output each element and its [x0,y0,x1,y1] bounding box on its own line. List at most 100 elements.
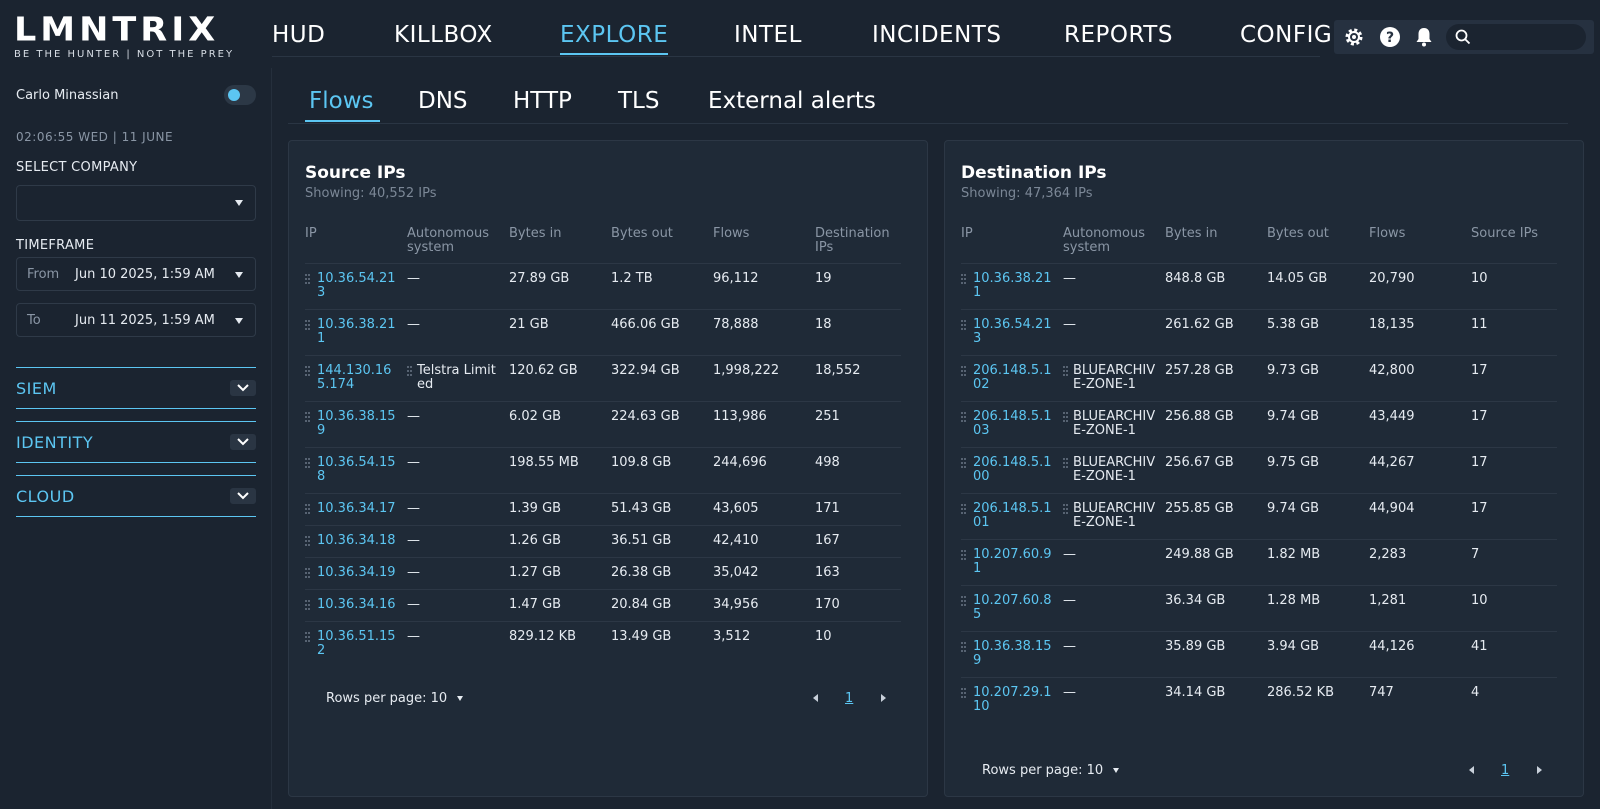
tab-external-alerts[interactable]: External alerts [708,88,876,114]
rows-per-page[interactable]: Rows per page: 10 [326,691,464,706]
drag-handle-icon[interactable] [961,412,967,424]
drag-handle-icon[interactable] [305,568,311,580]
drag-handle-icon[interactable] [961,550,967,562]
nav-config[interactable]: CONFIG [1240,22,1332,48]
drag-handle-icon[interactable] [305,632,311,644]
drag-handle-icon[interactable] [305,274,311,286]
chevron-down-icon[interactable] [230,380,256,396]
tab-tls[interactable]: TLS [618,88,659,114]
drag-handle-icon[interactable] [305,412,311,424]
table-row[interactable]: 206.148.5.100 BLUEARCHIVE-ZONE-1 256.67 GB… [961,447,1557,493]
drag-handle-icon[interactable] [305,536,311,548]
drag-handle-icon[interactable] [305,458,311,470]
drag-handle-icon[interactable] [305,320,311,332]
ip-link[interactable]: 10.36.34.18 [317,534,399,548]
bell-icon[interactable] [1412,25,1436,49]
column-header[interactable]: Destination IPs [815,227,911,255]
gear-icon[interactable] [1342,25,1366,49]
drag-handle-icon[interactable] [961,458,967,470]
drag-handle-icon[interactable] [1063,366,1069,378]
nav-incidents[interactable]: INCIDENTS [872,22,1001,48]
company-select[interactable] [16,185,256,221]
drag-handle-icon[interactable] [1063,458,1069,470]
table-row[interactable]: 10.36.38.211 — 21 GB 466.06 GB 78,888 18 [305,309,901,355]
section-siem[interactable]: SIEM [16,367,256,409]
nav-reports[interactable]: REPORTS [1064,22,1173,48]
nav-killbox[interactable]: KILLBOX [394,22,493,48]
column-header[interactable]: IP [961,227,1057,241]
ip-link[interactable]: 10.36.38.211 [973,272,1055,300]
lmntrix-logo[interactable]: LMNTRIX BE THE HUNTER | NOT THE PREY [14,12,256,60]
help-icon[interactable]: ? [1378,25,1402,49]
drag-handle-icon[interactable] [1063,412,1069,424]
prev-page-icon[interactable] [813,694,818,702]
timeframe-from[interactable]: From Jun 10 2025, 1:59 AM [16,257,256,291]
table-row[interactable]: 10.36.34.19 — 1.27 GB 26.38 GB 35,042 163 [305,557,901,589]
drag-handle-icon[interactable] [305,366,311,378]
next-page-icon[interactable] [1537,766,1542,774]
column-header[interactable]: Bytes in [509,227,605,241]
tab-flows[interactable]: Flows [305,88,379,122]
chevron-down-icon[interactable] [230,434,256,450]
ip-link[interactable]: 144.130.165.174 [317,364,399,392]
chevron-down-icon[interactable] [230,488,256,504]
ip-link[interactable]: 206.148.5.101 [973,502,1055,530]
ip-link[interactable]: 10.36.34.17 [317,502,399,516]
ip-link[interactable]: 206.148.5.100 [973,456,1055,484]
table-row[interactable]: 10.207.60.91 — 249.88 GB 1.82 MB 2,283 7 [961,539,1557,585]
drag-handle-icon[interactable] [961,596,967,608]
page-number[interactable]: 1 [845,691,853,706]
column-header[interactable]: Source IPs [1471,227,1567,241]
drag-handle-icon[interactable] [305,600,311,612]
nav-intel[interactable]: INTEL [734,22,802,48]
ip-link[interactable]: 10.207.60.91 [973,548,1055,576]
drag-handle-icon[interactable] [961,366,967,378]
table-row[interactable]: 10.36.38.211 — 848.8 GB 14.05 GB 20,790 10 [961,263,1557,309]
table-row[interactable]: 10.36.51.152 — 829.12 KB 13.49 GB 3,512 10 [305,621,901,667]
column-header[interactable]: Autonomous system [1063,227,1159,255]
column-header[interactable]: Autonomous system [407,227,503,255]
nav-explore[interactable]: EXPLORE [560,22,669,55]
table-row[interactable]: 10.36.54.213 — 261.62 GB 5.38 GB 18,135 11 [961,309,1557,355]
tab-dns[interactable]: DNS [418,88,468,114]
timeframe-to[interactable]: To Jun 11 2025, 1:59 AM [16,303,256,337]
column-header[interactable]: Bytes in [1165,227,1261,241]
tab-http[interactable]: HTTP [513,88,572,114]
ip-link[interactable]: 10.36.54.213 [973,318,1055,346]
table-row[interactable]: 10.36.54.213 — 27.89 GB 1.2 TB 96,112 19 [305,263,901,309]
column-header[interactable]: Bytes out [611,227,707,241]
ip-link[interactable]: 10.36.34.19 [317,566,399,580]
table-row[interactable]: 206.148.5.101 BLUEARCHIVE-ZONE-1 255.85 GB… [961,493,1557,539]
section-identity[interactable]: IDENTITY [16,421,256,463]
table-row[interactable]: 10.36.34.18 — 1.26 GB 36.51 GB 42,410 167 [305,525,901,557]
drag-handle-icon[interactable] [961,320,967,332]
table-row[interactable]: 10.36.38.159 — 35.89 GB 3.94 GB 44,126 41 [961,631,1557,677]
table-row[interactable]: 10.36.34.17 — 1.39 GB 51.43 GB 43,605 171 [305,493,901,525]
ip-link[interactable]: 10.36.54.213 [317,272,399,300]
table-row[interactable]: 206.148.5.103 BLUEARCHIVE-ZONE-1 256.88 GB… [961,401,1557,447]
page-number[interactable]: 1 [1501,763,1509,778]
ip-link[interactable]: 10.207.60.85 [973,594,1055,622]
drag-handle-icon[interactable] [961,504,967,516]
drag-handle-icon[interactable] [1063,504,1069,516]
drag-handle-icon[interactable] [961,688,967,700]
column-header[interactable]: Bytes out [1267,227,1363,241]
drag-handle-icon[interactable] [961,274,967,286]
table-row[interactable]: 10.36.54.158 — 198.55 MB 109.8 GB 244,696 498 [305,447,901,493]
ip-link[interactable]: 10.36.34.16 [317,598,399,612]
nav-hud[interactable]: HUD [272,22,325,48]
drag-handle-icon[interactable] [305,504,311,516]
search-input[interactable] [1476,27,1576,47]
ip-link[interactable]: 10.36.38.159 [317,410,399,438]
rows-per-page[interactable]: Rows per page: 10 [982,763,1120,778]
user-toggle[interactable] [224,85,256,105]
drag-handle-icon[interactable] [407,366,413,378]
column-header[interactable]: IP [305,227,401,241]
section-cloud[interactable]: CLOUD [16,475,256,517]
column-header[interactable]: Flows [1369,227,1465,241]
table-row[interactable]: 144.130.165.174 Telstra Limited 120.62 GB 3… [305,355,901,401]
ip-link[interactable]: 206.148.5.103 [973,410,1055,438]
drag-handle-icon[interactable] [961,642,967,654]
search-field[interactable] [1446,24,1586,50]
table-row[interactable]: 10.36.34.16 — 1.47 GB 20.84 GB 34,956 170 [305,589,901,621]
